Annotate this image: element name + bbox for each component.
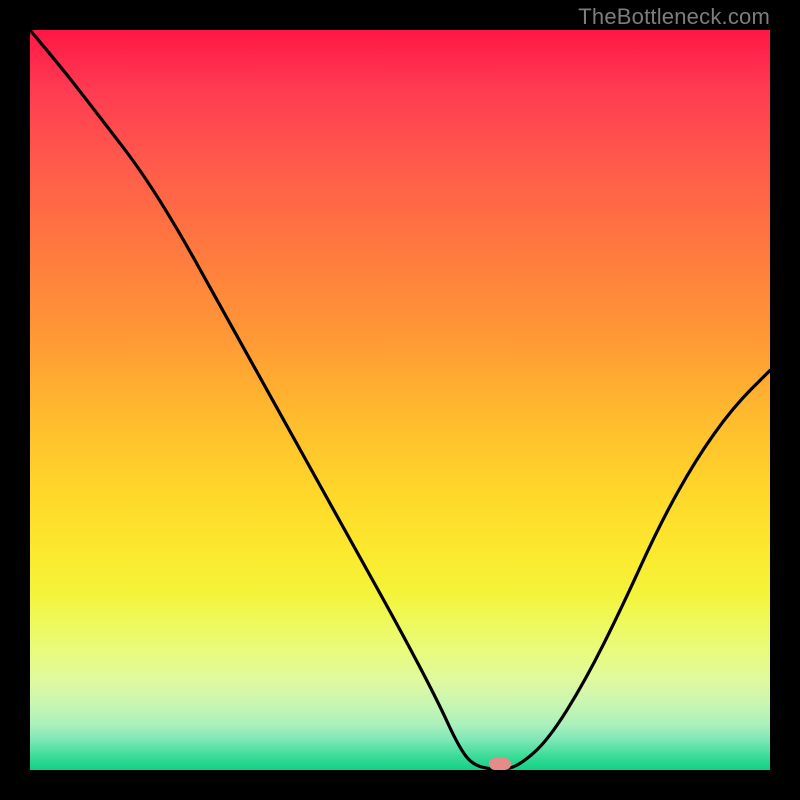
chart-frame: TheBottleneck.com — [0, 0, 800, 800]
attribution-text: TheBottleneck.com — [578, 4, 770, 30]
bottleneck-curve — [30, 30, 770, 770]
optimum-marker — [489, 758, 511, 770]
